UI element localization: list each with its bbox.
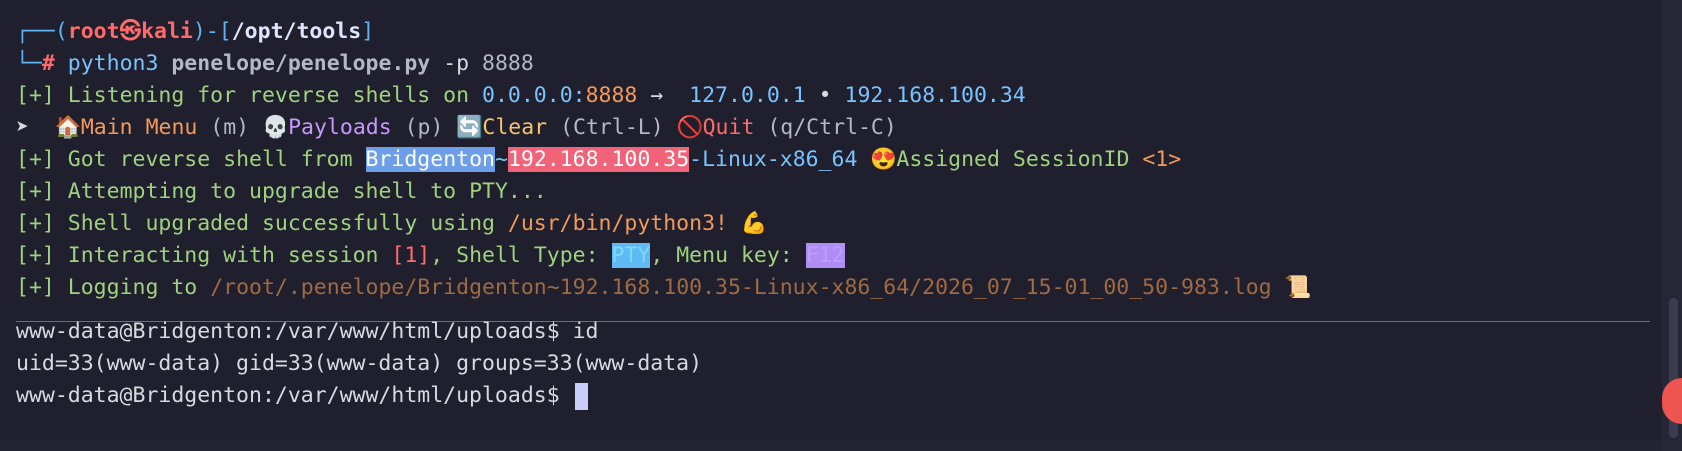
listening-line: [+] Listening for reverse shells on 0.0.… [16,80,1682,112]
shell-command: id [572,319,599,344]
upgraded-line: [+] Shell upgraded successfully using /u… [16,208,1682,240]
prompt-host: kali [141,19,193,44]
prompt-paren: ( [54,19,68,44]
menu-payloads-label: Payloads [288,115,392,140]
command-flag: -p [443,51,470,76]
session-ip: 192.168.100.35 [507,147,690,172]
prompt-cwd: /opt/tools [231,19,362,44]
listen-address: 0.0.0.0 [482,83,573,108]
session-assigned-text: Assigned SessionID [896,147,1130,172]
menu-key-label: , Menu key: [650,243,793,268]
shell-type-label: , Shell Type: [430,243,599,268]
listen-port: 8888 [585,83,638,108]
menu-clear-label: Clear [482,115,548,140]
session-text: Got reverse shell from [67,147,353,172]
arrow-icon: → [650,83,664,108]
terminal-bottom-edge [0,440,1662,451]
menu-key-value: F12 [805,243,845,268]
status-prefix: [+] [16,179,55,204]
shell-prompt: www-data@Bridgenton:/var/www/html/upload… [16,383,560,408]
upgrade-text: Attempting to upgrade shell to PTY... [67,179,547,204]
session-tilde: ~ [494,147,508,172]
prompt-hash: # [41,51,55,76]
upgraded-text: Shell upgraded successfully using [67,211,495,236]
interact-session-id: [1] [391,243,431,268]
session-line: [+] Got reverse shell from Bridgenton~19… [16,144,1682,176]
prompt-paren-close: ) [192,19,206,44]
heart-eyes-icon: 😍 [870,147,898,172]
status-prefix: [+] [16,275,55,300]
shell-prompt: www-data@Bridgenton:/var/www/html/upload… [16,319,560,344]
session-hostname: Bridgenton [365,147,495,172]
command-script: penelope/penelope.py [171,51,431,76]
command-name: python3 [67,51,159,76]
skull-icon: 💀 [262,115,289,140]
menu-clear-key: (Ctrl-L) [560,115,664,140]
scroll-icon: 📜 [1284,275,1312,300]
shell-type-value: PTY [611,243,651,268]
menu-line: ➤ 🏠Main Menu (m) 💀Payloads (p) 🔄Clear (C… [16,112,1682,144]
muscle-icon: 💪 [740,211,768,236]
interact-line: [+] Interacting with session [1], Shell … [16,240,1682,272]
python-path: /usr/bin/python3! [507,211,728,236]
prompt-bracket-close: ] [361,19,375,44]
refresh-icon: 🔄 [456,115,484,140]
session-id: <1> [1142,147,1182,172]
id-output: uid=33(www-data) gid=33(www-data) groups… [16,351,703,376]
shell-prompt-line-1: www-data@Bridgenton:/var/www/html/upload… [16,316,702,348]
bullet-icon: • [818,83,832,108]
shell-prompt-line-2[interactable]: www-data@Bridgenton:/var/www/html/upload… [16,380,702,412]
logging-line: [+] Logging to /root/.penelope/Bridgento… [16,272,1682,304]
session-platform: -Linux-x86_64 [689,147,858,172]
terminal-window[interactable]: ┌──(root㉿kali)-[/opt/tools] └─# python3 … [0,0,1682,451]
home-icon: 🏠 [54,115,82,140]
shell-output-line: uid=33(www-data) gid=33(www-data) groups… [16,348,702,380]
status-prefix: [+] [16,211,55,236]
prompt-dash: - [205,19,219,44]
status-prefix: [+] [16,83,55,108]
status-prefix: [+] [16,243,55,268]
text-cursor[interactable] [574,382,588,410]
listen-colon: : [572,83,586,108]
log-path: /root/.penelope/Bridgenton~192.168.100.3… [210,275,1272,300]
interact-text: Interacting with session [67,243,379,268]
menu-main-label: Main Menu [80,115,198,140]
menu-quit-label: Quit [702,115,755,140]
shell-output[interactable]: www-data@Bridgenton:/var/www/html/upload… [16,316,702,412]
menu-payloads-key: (p) [404,115,444,140]
interface-ip-2: 192.168.100.34 [844,83,1026,108]
prompt-corner: ┌── [16,19,55,44]
command-port: 8888 [482,51,534,76]
prompt-corner-bottom: └─ [16,51,42,76]
pointer-icon: ➤ [16,115,29,140]
prompt-header-line: ┌──(root㉿kali)-[/opt/tools] [16,16,1682,48]
kali-at-icon: ㉿ [119,19,142,44]
prompt-user: root [67,19,120,44]
listening-text: Listening for reverse shells on [67,83,470,108]
menu-main-key: (m) [210,115,250,140]
interface-ip-1: 127.0.0.1 [689,83,806,108]
logging-text: Logging to [67,275,198,300]
upgrade-line: [+] Attempting to upgrade shell to PTY..… [16,176,1682,208]
prompt-bracket-open: [ [218,19,232,44]
menu-quit-key: (q/Ctrl-C) [767,115,897,140]
stop-icon: 🚫 [676,115,704,140]
command-line: └─# python3 penelope/penelope.py -p 8888 [16,48,1682,80]
status-prefix: [+] [16,147,55,172]
